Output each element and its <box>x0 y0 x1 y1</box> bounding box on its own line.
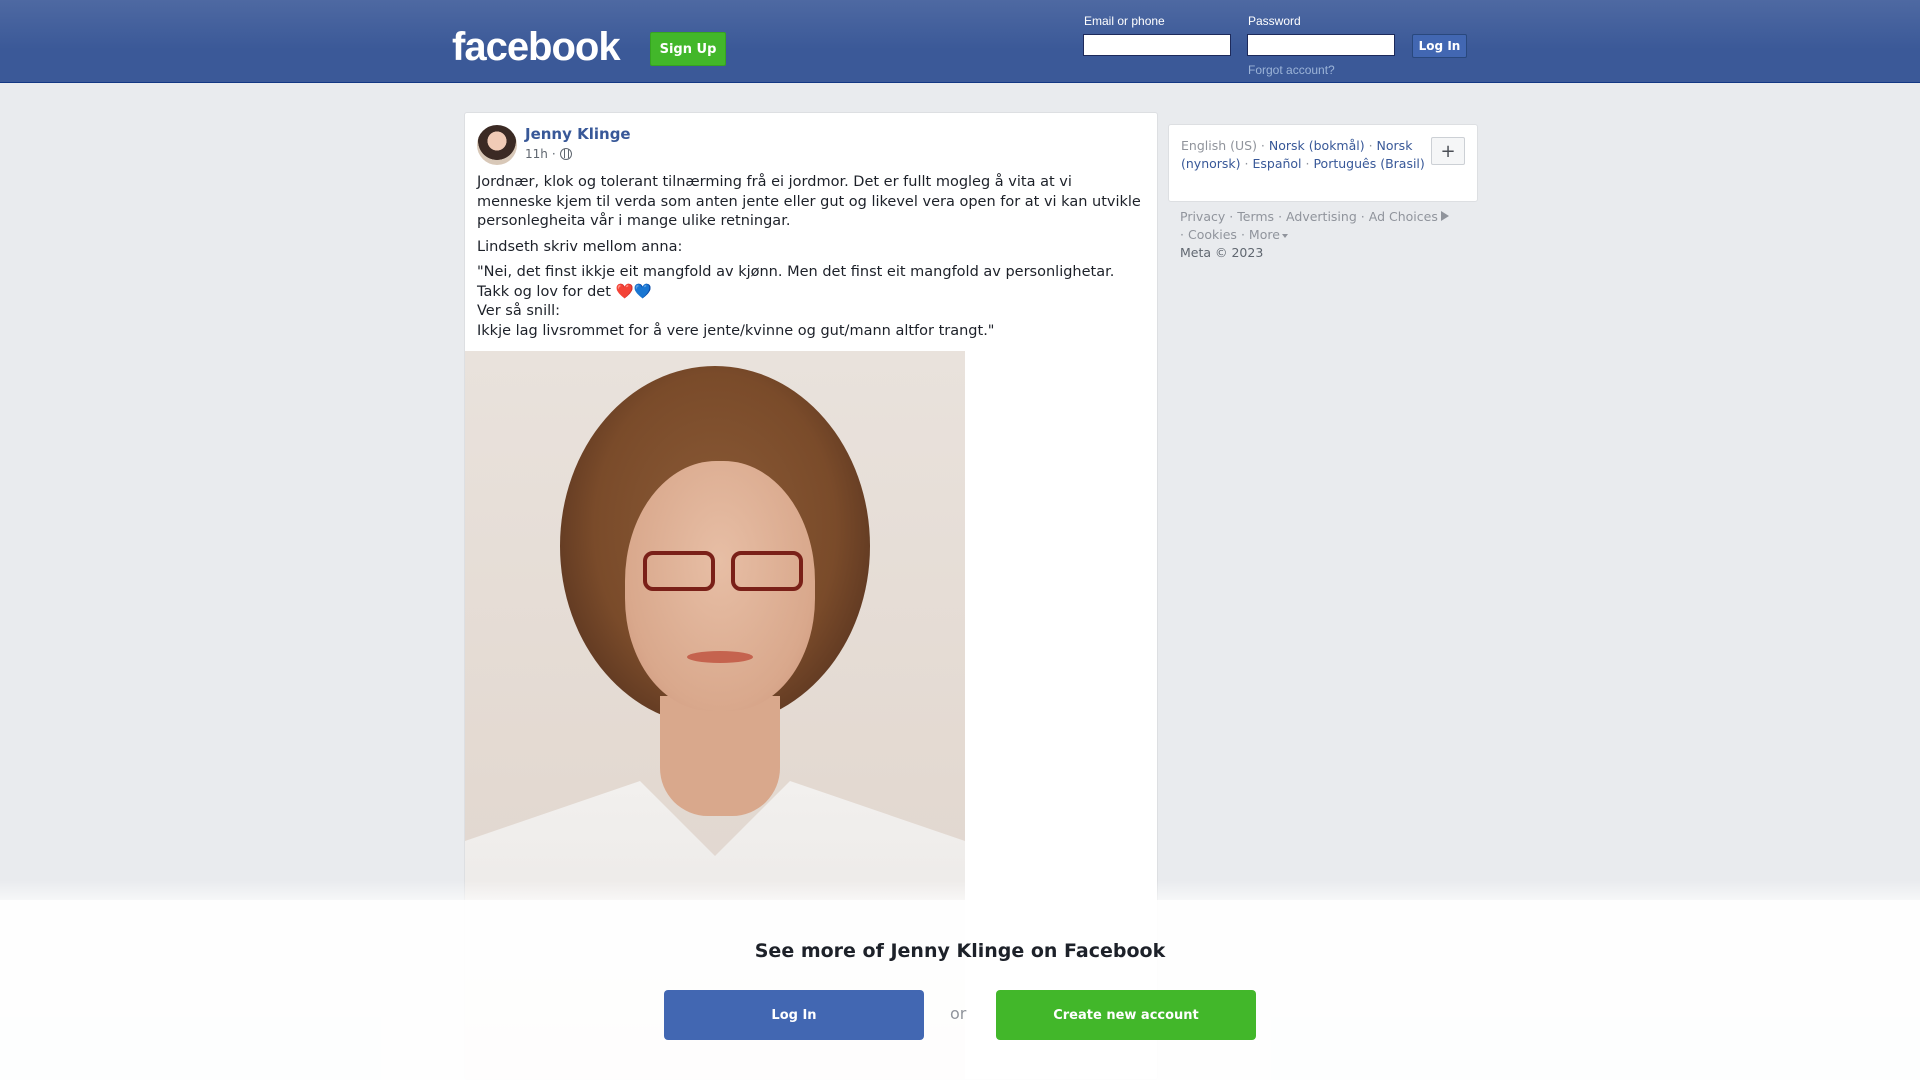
avatar[interactable] <box>477 125 517 165</box>
email-field[interactable] <box>1083 34 1231 56</box>
facebook-logo[interactable]: facebook <box>452 22 621 72</box>
post-author[interactable]: Jenny Klinge <box>525 125 631 143</box>
footer-links: Privacy · Terms · Advertising · Ad Choices · Co… <box>1180 208 1480 262</box>
footer-link-advertising[interactable]: Advertising <box>1286 209 1357 224</box>
password-field[interactable] <box>1247 34 1395 56</box>
quote-line: "Nei, det finst ikkje eit mangfold av kj… <box>477 264 1115 300</box>
footer-link-more[interactable]: More <box>1249 227 1280 242</box>
post-quote: "Nei, det finst ikkje eit mangfold av kj… <box>477 263 1147 341</box>
login-prompt-overlay: See more of Jenny Klinge on Facebook Log… <box>0 900 1920 1080</box>
meta-separator: · <box>551 147 556 161</box>
overlay-title: See more of Jenny Klinge on Facebook <box>754 940 1166 962</box>
copyright: Meta © 2023 <box>1180 245 1264 260</box>
create-account-button[interactable]: Create new account <box>996 990 1256 1040</box>
post-paragraph: Jordnær, klok og tolerant tilnærming frå… <box>477 174 1141 229</box>
red-heart-icon: ❤️ <box>615 283 634 300</box>
footer-link-terms[interactable]: Terms <box>1237 209 1274 224</box>
top-bar: facebook Sign Up Email or phone Password… <box>0 0 1920 83</box>
quote-line: Ver så snill: <box>477 303 561 319</box>
photo-lips <box>687 651 753 663</box>
post-text: Jordnær, klok og tolerant tilnærming frå… <box>477 173 1147 341</box>
forgot-account-link[interactable]: Forgot account? <box>1248 63 1335 77</box>
photo-glasses <box>643 551 803 593</box>
password-label: Password <box>1248 14 1301 28</box>
post-time[interactable]: 11h <box>525 147 548 161</box>
language-link[interactable]: Español <box>1252 156 1301 171</box>
overlay-login-button[interactable]: Log In <box>664 990 924 1040</box>
quote-line: Ikkje lag livsrommet for å vere jente/kv… <box>477 322 995 339</box>
glasses-lens <box>643 551 715 591</box>
caret-down-icon <box>1281 233 1288 238</box>
blue-heart-icon: 💙 <box>633 283 652 300</box>
login-button[interactable]: Log In <box>1412 34 1467 58</box>
language-current: English (US) <box>1181 138 1257 153</box>
language-link[interactable]: Norsk (bokmål) <box>1269 138 1365 153</box>
email-label: Email or phone <box>1084 14 1165 28</box>
post-paragraph: Lindseth skriv mellom anna: <box>477 238 683 255</box>
footer-link-adchoices[interactable]: Ad Choices <box>1369 209 1438 224</box>
globe-icon <box>559 148 572 160</box>
language-list: English (US) · Norsk (bokmål) · Norsk (n… <box>1181 138 1425 171</box>
ad-choices-icon <box>1440 211 1449 221</box>
overlay-fade <box>0 880 1920 900</box>
signup-button[interactable]: Sign Up <box>650 32 726 66</box>
overlay-or-label: or <box>950 1004 967 1023</box>
photo-neck <box>660 696 780 816</box>
language-box: English (US) · Norsk (bokmål) · Norsk (n… <box>1168 124 1478 202</box>
footer-link-privacy[interactable]: Privacy <box>1180 209 1225 224</box>
footer-link-cookies[interactable]: Cookies <box>1188 227 1237 242</box>
language-link[interactable]: Português (Brasil) <box>1313 156 1424 171</box>
post-meta: 11h · <box>525 147 572 161</box>
glasses-lens <box>731 551 803 591</box>
more-languages-button[interactable]: + <box>1431 137 1465 165</box>
